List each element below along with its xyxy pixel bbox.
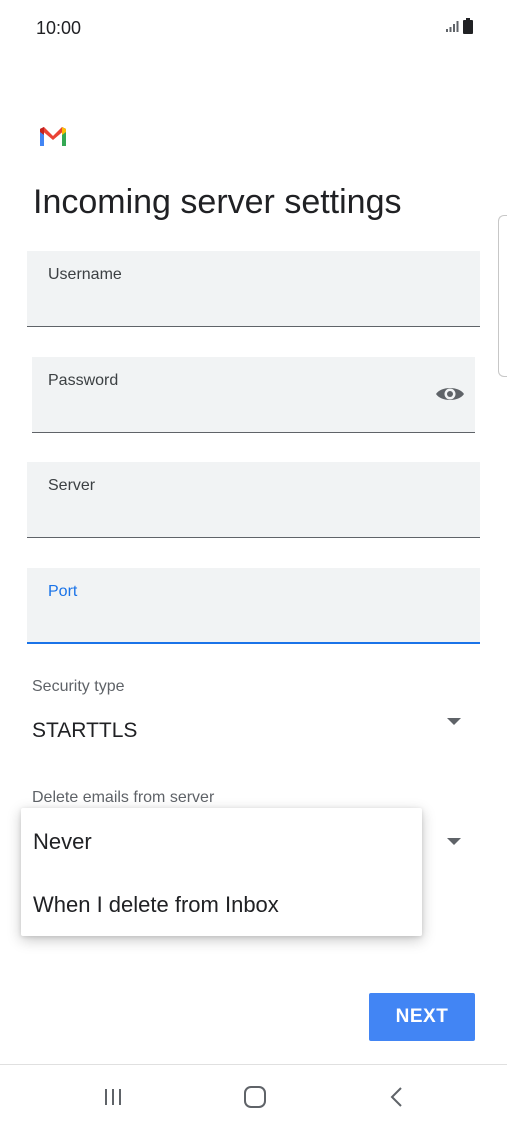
navigation-bar — [0, 1064, 507, 1129]
edge-panel-handle[interactable] — [498, 215, 507, 377]
security-type-value: STARTTLS — [32, 719, 138, 742]
back-button[interactable] — [357, 1065, 437, 1129]
recents-button[interactable] — [73, 1065, 153, 1129]
server-label: Server — [48, 477, 96, 494]
server-field[interactable]: Server — [27, 462, 480, 538]
port-field[interactable]: Port — [27, 568, 480, 644]
security-type-select[interactable]: STARTTLS — [27, 700, 480, 756]
next-button[interactable]: NEXT — [369, 993, 475, 1041]
signal-icon — [446, 21, 459, 32]
menu-item-when-delete-from-inbox[interactable]: When I delete from Inbox — [21, 873, 422, 937]
menu-item-never[interactable]: Never — [21, 810, 422, 874]
delete-emails-menu: Never When I delete from Inbox — [21, 808, 422, 936]
eye-icon[interactable] — [435, 383, 465, 405]
battery-icon — [463, 18, 473, 34]
home-button[interactable] — [215, 1065, 295, 1129]
security-type-label: Security type — [32, 678, 125, 695]
delete-emails-label: Delete emails from server — [32, 789, 215, 806]
gmail-logo — [40, 127, 66, 146]
password-label: Password — [48, 372, 119, 389]
status-icons — [445, 18, 473, 34]
chevron-down-icon[interactable] — [447, 838, 461, 845]
chevron-down-icon — [447, 718, 461, 725]
home-icon — [244, 1086, 266, 1108]
page-title: Incoming server settings — [33, 183, 402, 221]
password-field[interactable]: Password — [32, 357, 475, 433]
recents-icon — [105, 1089, 121, 1105]
status-bar: 10:00 — [0, 0, 507, 56]
port-label: Port — [48, 583, 78, 600]
back-icon — [390, 1087, 402, 1107]
username-field[interactable]: Username — [27, 251, 480, 327]
username-label: Username — [48, 266, 122, 283]
status-time: 10:00 — [36, 18, 82, 38]
